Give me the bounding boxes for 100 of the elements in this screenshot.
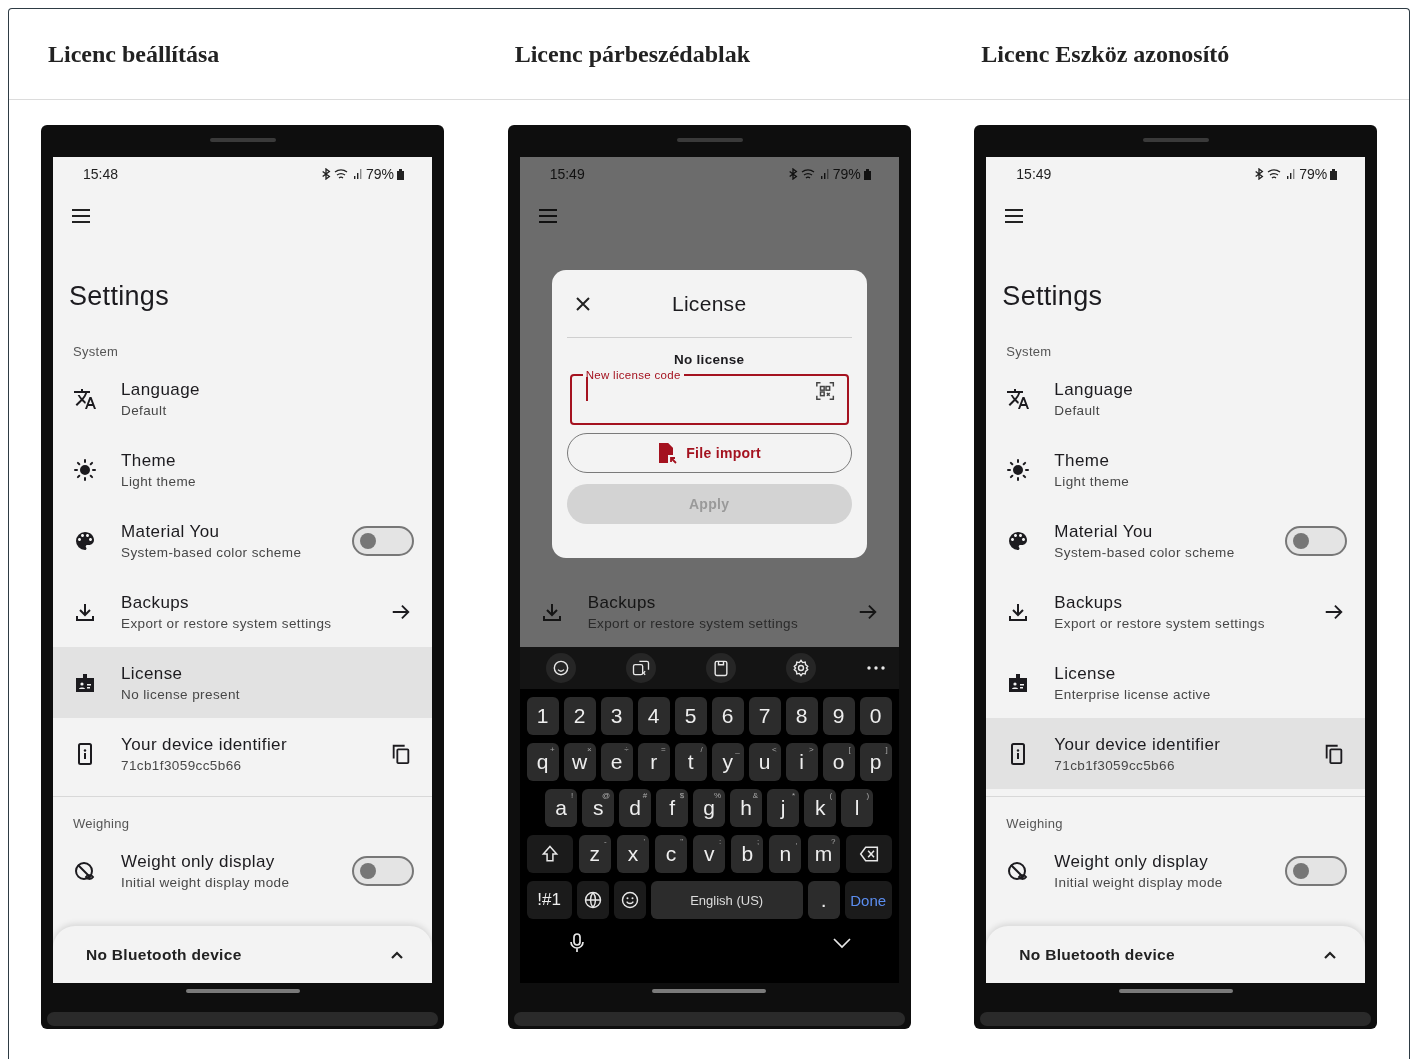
license-code-field[interactable]: New license code	[569, 369, 849, 425]
symbols-key[interactable]: !#1	[526, 881, 572, 919]
setting-title: Theme	[1054, 450, 1111, 471]
setting-row[interactable]: Your device identifier 71cb1f3059cc5b66	[53, 718, 432, 789]
dialog-title: License	[670, 291, 748, 316]
chevron-down-icon[interactable]	[832, 937, 851, 949]
menu-icon[interactable]	[72, 209, 90, 223]
setting-subtitle: Initial weight display mode	[1054, 874, 1224, 890]
toggle-switch[interactable]	[1285, 525, 1348, 556]
keyboard-key[interactable]: s@	[582, 789, 615, 827]
wifi-icon	[333, 168, 350, 180]
keyboard-key[interactable]: 1	[526, 697, 559, 735]
setting-title: Theme	[121, 450, 177, 471]
setting-row[interactable]: Weight only display Initial weight display mode	[53, 835, 432, 906]
keyboard-key[interactable]: x '	[616, 835, 649, 873]
keyboard-key[interactable]: 6	[711, 697, 744, 735]
setting-title: Your device identifier	[1054, 734, 1222, 755]
setting-subtitle: System-based color scheme	[1054, 544, 1236, 560]
setting-title: Backups	[121, 592, 190, 613]
keyboard-key[interactable]: c "	[655, 835, 688, 873]
setting-row[interactable]: Language Default	[986, 363, 1366, 434]
setting-row[interactable]: Your device identifier 71cb1f3059cc5b66	[986, 718, 1366, 789]
speaker-slot	[1143, 138, 1210, 142]
language-key[interactable]	[576, 881, 609, 919]
setting-row[interactable]: Backups Export or restore system settings	[53, 576, 432, 647]
chevron-up-icon[interactable]	[390, 949, 404, 960]
keyboard-key[interactable]: k (	[804, 789, 837, 827]
text-cursor	[585, 377, 588, 401]
keyboard-key[interactable]: 0	[859, 697, 892, 735]
column-heading: Licenc Eszköz azonosító	[980, 39, 1231, 69]
keyboard-key[interactable]: p ]	[859, 743, 892, 781]
keyboard-key[interactable]: j *	[767, 789, 800, 827]
microphone-icon[interactable]	[567, 933, 586, 953]
keyboard-key[interactable]: 7	[748, 697, 781, 735]
chevron-up-icon[interactable]	[1323, 949, 1338, 960]
keyboard-key[interactable]: z -	[578, 835, 611, 873]
keyboard-key[interactable]: u<	[748, 743, 781, 781]
translate-box-icon[interactable]	[630, 658, 651, 678]
section-label: Weighing	[73, 816, 131, 832]
keyboard-key[interactable]: r =	[637, 743, 670, 781]
setting-row[interactable]: Material You System-based color scheme	[986, 505, 1366, 576]
setting-row[interactable]: Backups Export or restore system settings	[986, 576, 1366, 647]
bluetooth-status: No Bluetooth device	[86, 945, 243, 964]
keyboard-key[interactable]: b ;	[731, 835, 764, 873]
copy-icon[interactable]	[390, 742, 412, 765]
setting-subtitle: Light theme	[1054, 473, 1131, 489]
setting-row[interactable]: Material You System-based color scheme	[53, 505, 432, 576]
signal-icon	[352, 168, 363, 180]
keyboard-key[interactable]: 3	[600, 697, 633, 735]
more-icon[interactable]	[866, 665, 885, 671]
setting-row[interactable]: Theme Light theme	[986, 434, 1366, 505]
setting-title: Your device identifier	[121, 734, 288, 755]
clock-time: 15:48	[83, 166, 120, 182]
keyboard-key[interactable]: y_	[711, 743, 744, 781]
done-key[interactable]: Done	[844, 881, 892, 919]
emoji-key[interactable]	[613, 881, 646, 919]
keyboard-key[interactable]: n ,	[769, 835, 802, 873]
backspace-key[interactable]	[845, 835, 892, 873]
keyboard-key[interactable]: t /	[674, 743, 707, 781]
keyboard-key[interactable]: 5	[674, 697, 707, 735]
globe-icon	[582, 890, 603, 910]
setting-row[interactable]: License No license present	[53, 647, 432, 718]
toggle-switch[interactable]	[352, 855, 414, 886]
shift-key[interactable]	[526, 835, 573, 873]
setting-title: Language	[121, 379, 201, 400]
keyboard-key[interactable]: e÷	[600, 743, 633, 781]
keyboard-key[interactable]: f $	[656, 789, 689, 827]
keyboard-key[interactable]: o [	[822, 743, 855, 781]
space-key[interactable]: English (US)	[650, 881, 803, 919]
battery-icon	[397, 168, 404, 180]
keyboard-key[interactable]: 2	[563, 697, 596, 735]
keyboard-key[interactable]: 9	[822, 697, 855, 735]
signal-icon	[819, 168, 830, 180]
setting-row[interactable]: Language Default	[53, 363, 432, 434]
translate-icon	[73, 386, 97, 411]
keyboard-key[interactable]: .	[807, 881, 840, 919]
keyboard-key[interactable]: w×	[563, 743, 596, 781]
close-icon[interactable]	[574, 295, 591, 312]
setting-row[interactable]: License Enterprise license active	[986, 647, 1366, 718]
qr-scan-icon[interactable]	[814, 381, 837, 403]
bottom-sheet[interactable]: No Bluetooth device	[986, 926, 1366, 983]
keyboard-key[interactable]: m?	[807, 835, 840, 873]
keyboard-key[interactable]: h&	[730, 789, 763, 827]
keyboard-key[interactable]: q+	[526, 743, 559, 781]
menu-icon[interactable]	[1005, 209, 1024, 223]
keyboard-key[interactable]: a !	[545, 789, 578, 827]
keyboard-key[interactable]: 8	[785, 697, 818, 735]
toggle-switch[interactable]	[352, 525, 414, 556]
keyboard-key[interactable]: d#	[619, 789, 652, 827]
bottom-sheet[interactable]: No Bluetooth device	[53, 926, 432, 983]
setting-row[interactable]: Weight only display Initial weight display mode	[986, 835, 1366, 906]
setting-row[interactable]: Theme Light theme	[53, 434, 432, 505]
screen-title: Settings	[69, 280, 170, 312]
keyboard-key[interactable]: i >	[785, 743, 818, 781]
toggle-switch[interactable]	[1285, 855, 1348, 886]
keyboard-key[interactable]: 4	[637, 697, 670, 735]
setting-subtitle: Export or restore system settings	[1054, 615, 1266, 631]
keyboard-key[interactable]: l )	[841, 789, 874, 827]
keyboard-key[interactable]: g%	[693, 789, 726, 827]
keyboard-key[interactable]: v :	[693, 835, 726, 873]
